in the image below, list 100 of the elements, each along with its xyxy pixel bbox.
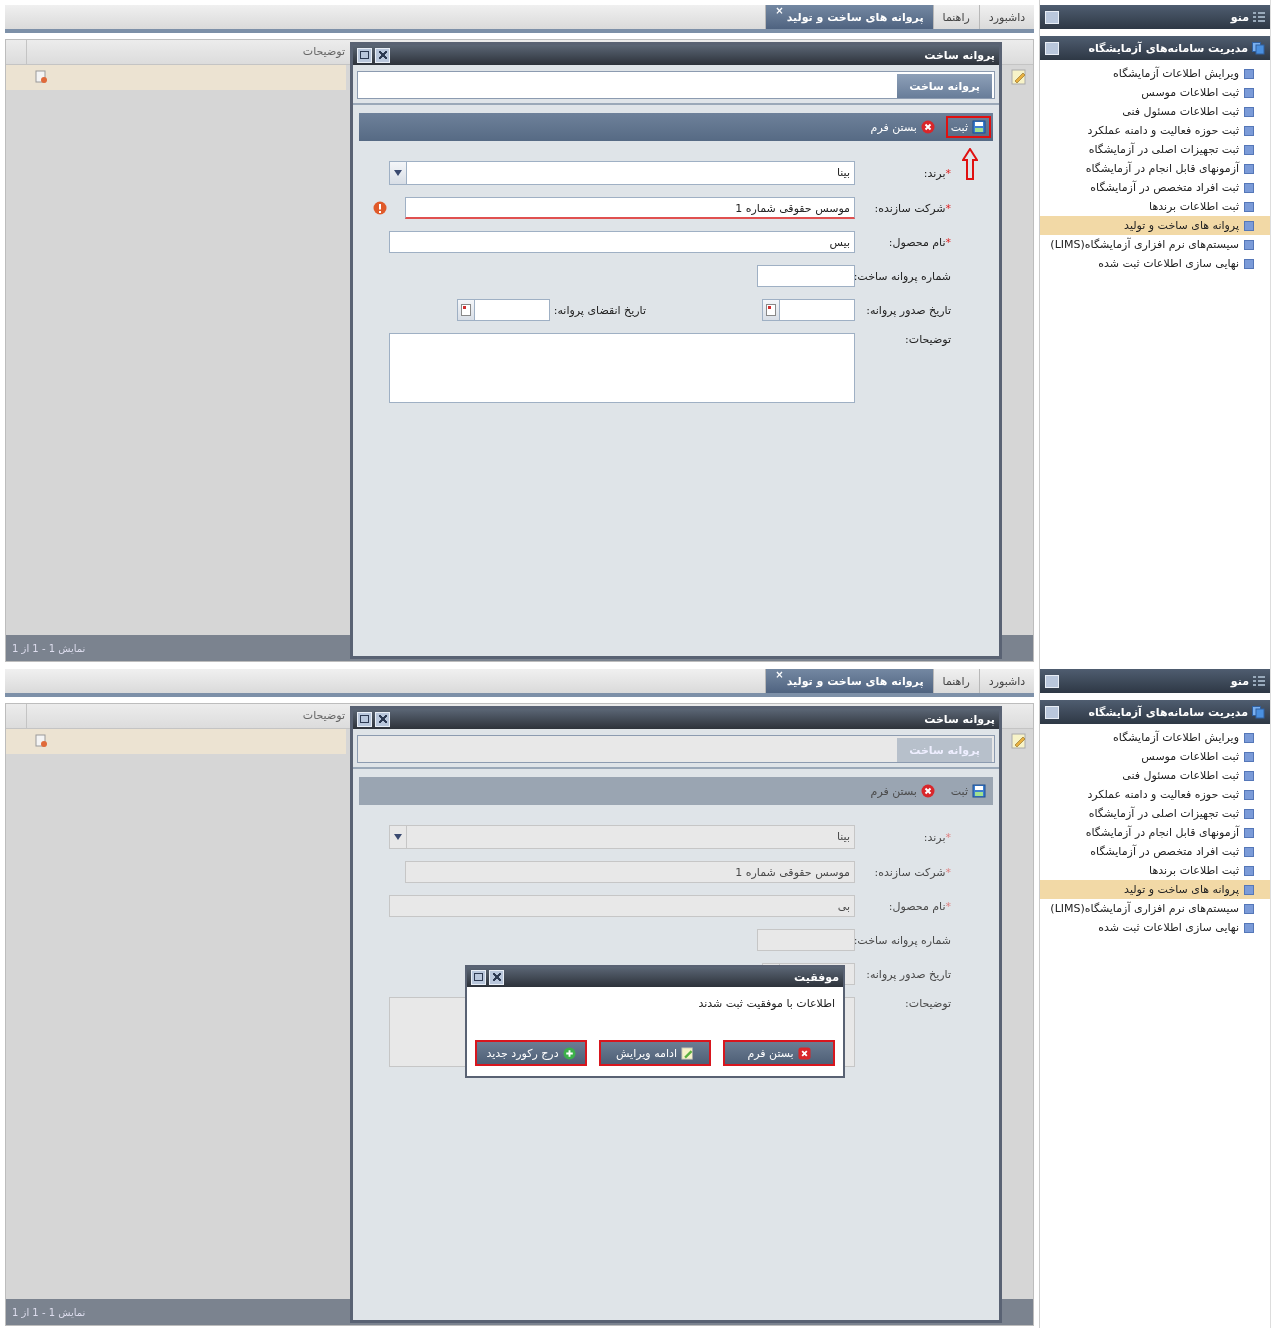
menu-item[interactable]: نهایی سازی اطلاعات ثبت شده [1040, 918, 1270, 937]
bullet-icon [1244, 808, 1254, 819]
bullet-icon [1244, 846, 1254, 857]
tab[interactable]: داشبورد [978, 669, 1035, 693]
calendar-icon [766, 304, 776, 316]
close-icon [797, 1046, 811, 1060]
field-label: شماره پروانه ساخت: [855, 933, 951, 947]
tab[interactable]: پروانه های ساخت و تولید × [765, 5, 933, 29]
tab[interactable]: داشبورد [978, 5, 1035, 29]
menu-item[interactable]: ثبت تجهیزات اصلی در آزمایشگاه [1040, 804, 1270, 823]
field-label: توضیحات: [904, 997, 951, 1010]
text-area[interactable] [389, 333, 855, 403]
tab-close-button[interactable]: × [775, 670, 784, 680]
menu-item[interactable]: سیستم‌های نرم افزاری آزمایشگاه(LIMS) [1040, 899, 1270, 918]
bullet-icon [1244, 87, 1254, 98]
bullet-icon [1244, 922, 1254, 933]
bullet-icon [1244, 163, 1254, 174]
date-field[interactable] [762, 299, 855, 321]
restore-button[interactable] [471, 969, 486, 985]
pages-icon [1252, 705, 1265, 719]
edit-icon[interactable] [1011, 733, 1028, 749]
menu-title: منو [1230, 10, 1249, 24]
field-label: * برند: [922, 166, 951, 180]
date-field[interactable] [456, 299, 550, 321]
field-label: * نام محصول: [887, 235, 951, 249]
menu-item[interactable]: پروانه های ساخت و تولید [1040, 880, 1270, 899]
field-label: * نام محصول: [887, 899, 951, 913]
field-label: تاریخ انقضای پروانه: [553, 303, 646, 317]
bullet-icon [1244, 182, 1254, 193]
document-icon[interactable] [34, 734, 48, 748]
paging-info: نمایش 1 - 1 از 1 [12, 642, 86, 654]
brand-dropdown[interactable]: بینا [389, 161, 855, 185]
bullet-icon [1244, 201, 1254, 212]
menu-title: منو [1230, 674, 1249, 688]
column-header[interactable]: توضیحات [27, 704, 349, 728]
menu-item[interactable]: ثبت اطلاعات مسئول فنی [1040, 102, 1270, 121]
bullet-icon [1244, 239, 1254, 250]
input-field[interactable] [757, 265, 855, 287]
menu-item[interactable]: نهایی سازی اطلاعات ثبت شده [1040, 254, 1270, 273]
bullet-icon [1244, 827, 1254, 838]
menu-item[interactable]: ثبت تجهیزات اصلی در آزمایشگاه [1040, 140, 1270, 159]
edit-icon[interactable] [1011, 69, 1028, 85]
bullet-icon [1244, 903, 1254, 914]
input-field[interactable]: موسس حقوقی شماره 1 [405, 197, 855, 219]
bullet-icon [1244, 789, 1254, 800]
window-title: پروانه ساخت [924, 48, 995, 62]
collapse-section-button[interactable] [1045, 705, 1060, 719]
close-form-button[interactable]: بستن فرم [865, 116, 940, 138]
menu-item[interactable]: ثبت اطلاعات مسئول فنی [1040, 766, 1270, 785]
field-label: تاریخ صدور پروانه: [865, 303, 951, 317]
menu-item[interactable]: پروانه های ساخت و تولید [1040, 216, 1270, 235]
bullet-icon [1244, 68, 1254, 79]
field-label: * شرکت سازنده: [873, 865, 951, 879]
plus-icon [562, 1046, 576, 1060]
field-label: * برند: [922, 830, 951, 844]
menu-item[interactable]: ثبت اطلاعات موسس [1040, 83, 1270, 102]
save-button[interactable]: ثبت [945, 116, 991, 138]
save-icon [972, 784, 986, 798]
edit-icon [680, 1046, 694, 1060]
collapse-section-button[interactable] [1045, 41, 1060, 55]
field-label: تاریخ صدور پروانه: [865, 967, 951, 981]
input-field[interactable]: بیس [389, 231, 855, 253]
menu-item[interactable]: سیستم‌های نرم افزاری آزمایشگاه(LIMS) [1040, 235, 1270, 254]
dialog-title: موفقیت [794, 970, 839, 984]
bullet-icon [1244, 732, 1254, 743]
up-arrow-annotation [962, 148, 978, 180]
menu-item[interactable]: آزمونهای قابل انجام در آزمایشگاه [1040, 159, 1270, 178]
pages-icon [1252, 41, 1265, 55]
menu-item[interactable]: ثبت اطلاعات برندها [1040, 197, 1270, 216]
field-label: * شرکت سازنده: [873, 201, 951, 215]
bullet-icon [1244, 884, 1254, 895]
bullet-icon [1244, 770, 1254, 781]
menu-item[interactable]: ثبت حوزه فعالیت و دامنه عملکرد [1040, 785, 1270, 804]
tab-close-button[interactable]: × [775, 6, 784, 16]
menu-item[interactable]: ثبت اطلاعات موسس [1040, 747, 1270, 766]
save-icon [972, 120, 986, 134]
menu-item[interactable]: ثبت اطلاعات برندها [1040, 861, 1270, 880]
document-icon[interactable] [34, 70, 48, 84]
menu-item[interactable]: آزمونهای قابل انجام در آزمایشگاه [1040, 823, 1270, 842]
collapse-sidebar-button[interactable] [1045, 10, 1060, 24]
close-icon [920, 784, 935, 798]
bullet-icon [1244, 106, 1254, 117]
bullet-icon [1244, 125, 1254, 136]
collapse-sidebar-button[interactable] [1045, 674, 1060, 688]
menu-item[interactable]: ثبت افراد متخصص در آزمایشگاه [1040, 842, 1270, 861]
bullet-icon [1244, 258, 1254, 269]
menu-item[interactable]: ثبت افراد متخصص در آزمایشگاه [1040, 178, 1270, 197]
tab[interactable]: پروانه های ساخت و تولید × [765, 669, 933, 693]
bullet-icon [1244, 865, 1254, 876]
calendar-icon [460, 304, 471, 316]
menu-item[interactable]: ویرایش اطلاعات آزمایشگاه [1040, 64, 1270, 83]
field-label: توضیحات: [904, 333, 951, 346]
menu-item[interactable]: ثبت حوزه فعالیت و دامنه عملکرد [1040, 121, 1270, 140]
window-title: پروانه ساخت [924, 712, 995, 726]
restore-button[interactable] [357, 47, 372, 63]
bullet-icon [1244, 220, 1254, 231]
column-header[interactable]: توضیحات [27, 40, 349, 64]
caret-icon [394, 170, 402, 176]
menu-item[interactable]: ویرایش اطلاعات آزمایشگاه [1040, 728, 1270, 747]
bullet-icon [1244, 751, 1254, 762]
